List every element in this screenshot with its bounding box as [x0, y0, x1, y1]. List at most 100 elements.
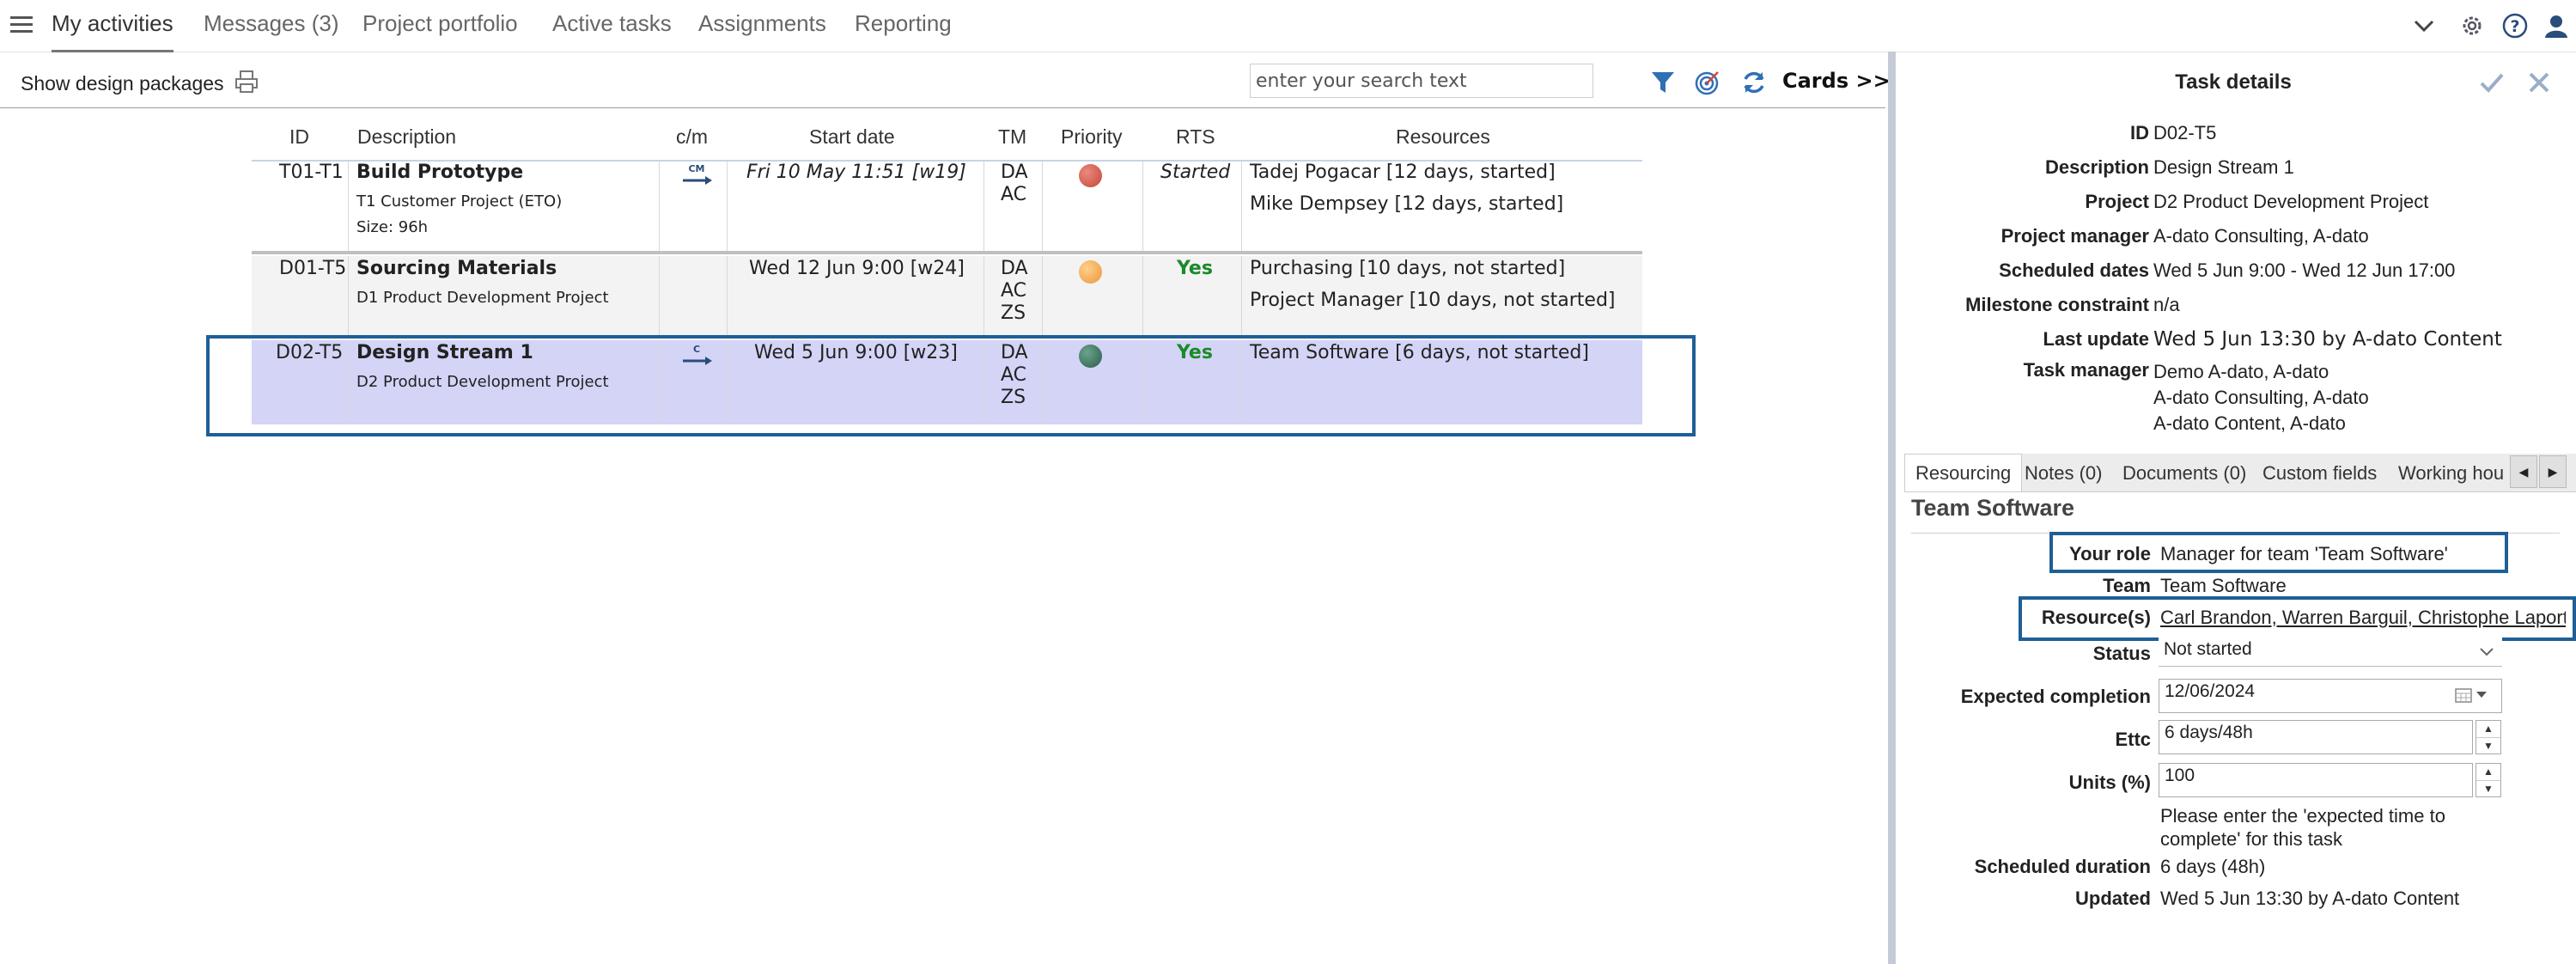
start-date: Fri 10 May 11:51 [w19] [746, 162, 966, 183]
ettc-input[interactable]: 6 days/48h [2159, 720, 2473, 754]
priority-dot [1079, 164, 1102, 187]
scheduled-duration-label: Scheduled duration [1974, 856, 2151, 877]
panel-splitter[interactable] [1888, 52, 1896, 964]
team-value: Team Software [2160, 575, 2287, 596]
tab-working-hours[interactable]: Working hou [2398, 462, 2505, 485]
col-header-tm[interactable]: TM [998, 125, 1026, 149]
task-project: D1 Product Development Project [356, 289, 609, 307]
arrow-right-icon[interactable] [683, 175, 712, 186]
tab-active-tasks[interactable]: Active tasks [552, 10, 672, 37]
scheduled-dates-label: Scheduled dates [1999, 259, 2149, 281]
priority-dot [1079, 260, 1102, 284]
resource-item: Tadej Pogacar [12 days, started] [1250, 162, 1556, 183]
task-details-title: Task details [2175, 70, 2292, 94]
tab-notes[interactable]: Notes (0) [2025, 462, 2102, 485]
cm-label: CM [688, 163, 705, 174]
resources-label: Resource(s) [2041, 607, 2151, 628]
task-id: D01-T5 [279, 258, 347, 279]
toolbar-divider [0, 107, 1885, 108]
status-label: Status [2092, 643, 2151, 664]
description-label: Description [2044, 156, 2149, 178]
tab-documents[interactable]: Documents (0) [2122, 462, 2246, 485]
scheduled-dates-value: Wed 5 Jun 9:00 - Wed 12 Jun 17:00 [2153, 259, 2456, 281]
check-icon[interactable] [2479, 70, 2505, 95]
units-stepper[interactable]: ▲ ▼ [2476, 763, 2501, 797]
last-update-label: Last update [2043, 328, 2149, 350]
col-header-rts[interactable]: RTS [1176, 125, 1215, 149]
project-value: D2 Product Development Project [2153, 191, 2429, 212]
task-manager-label: Task manager [2023, 359, 2149, 381]
tab-scroll-left-icon[interactable]: ◀ [2510, 455, 2537, 488]
col-header-start-date[interactable]: Start date [809, 125, 895, 149]
milestone-label: Milestone constraint [1965, 294, 2149, 315]
updated-value: Wed 5 Jun 13:30 by A-dato Content [2160, 888, 2460, 909]
expected-completion-label: Expected completion [1960, 686, 2151, 707]
scheduled-duration-value: 6 days (48h) [2160, 856, 2266, 877]
col-header-resources[interactable]: Resources [1396, 125, 1490, 149]
ettc-hint: Please enter the 'expected time to comple… [2160, 805, 2445, 850]
show-design-packages-link[interactable]: Show design packages [21, 72, 224, 95]
role-value: Manager for team 'Team Software' [2160, 543, 2448, 564]
ettc-stepper[interactable]: ▲ ▼ [2476, 720, 2501, 754]
calendar-icon[interactable] [2454, 686, 2473, 704]
user-icon[interactable] [2543, 12, 2570, 40]
tab-scroll-right-icon[interactable]: ▶ [2539, 455, 2567, 488]
team-label: Team [2103, 575, 2151, 596]
resource-item: Purchasing [10 days, not started] [1250, 258, 1566, 279]
col-header-id[interactable]: ID [289, 125, 309, 149]
updated-label: Updated [2075, 888, 2151, 909]
table-row[interactable]: D01-T5 Sourcing Materials D1 Product Dev… [252, 256, 1642, 339]
project-label: Project [2085, 191, 2149, 212]
project-manager-value: A-dato Consulting, A-dato [2153, 225, 2369, 247]
cards-button[interactable]: Cards >> [1782, 69, 1891, 93]
tab-reporting[interactable]: Reporting [855, 10, 952, 37]
rts-status: Started [1160, 162, 1231, 183]
task-title[interactable]: Sourcing Materials [356, 258, 557, 279]
chevron-down-icon[interactable] [2410, 12, 2438, 40]
task-title[interactable]: Build Prototype [356, 162, 523, 183]
task-size: Size: 96h [356, 218, 429, 236]
resourcing-heading: Team Software [1911, 495, 2075, 521]
status-select[interactable]: Not started [2159, 638, 2502, 667]
tab-project-portfolio[interactable]: Project portfolio [362, 10, 518, 37]
role-label: Your role [2069, 543, 2151, 564]
id-label: ID [2130, 122, 2149, 143]
units-label: Units (%) [2068, 772, 2151, 793]
tab-custom-fields[interactable]: Custom fields [2262, 462, 2377, 485]
tab-my-activities[interactable]: My activities [52, 10, 174, 52]
col-header-cm[interactable]: c/m [676, 125, 708, 149]
filter-icon[interactable] [1649, 69, 1677, 96]
target-icon[interactable] [1694, 69, 1721, 96]
col-header-description[interactable]: Description [357, 125, 456, 149]
close-icon[interactable] [2527, 70, 2551, 95]
svg-text:?: ? [2510, 17, 2519, 36]
table-row[interactable]: T01-T1 Build Prototype T1 Customer Proje… [252, 162, 1642, 254]
tm-list: DA AC ZS [1001, 258, 1028, 324]
id-value: D02-T5 [2153, 122, 2217, 143]
menu-icon[interactable] [10, 15, 34, 35]
ettc-label: Ettc [2115, 729, 2151, 750]
chevron-down-icon[interactable] [2479, 646, 2494, 658]
task-manager-value: Demo A-dato, A-dato A-dato Consulting, A-… [2153, 361, 2369, 434]
tab-messages[interactable]: Messages (3) [204, 10, 339, 37]
tm-list: DA AC [1001, 162, 1028, 205]
resources-value[interactable]: Carl Brandon, Warren Barguil, Christophe… [2160, 607, 2566, 629]
units-input[interactable]: 100 [2159, 763, 2473, 797]
selected-row-highlight [206, 335, 1696, 436]
resource-item: Mike Dempsey [12 days, started] [1250, 193, 1564, 215]
expected-completion-input[interactable]: 12/06/2024 [2159, 679, 2502, 713]
print-icon[interactable] [234, 69, 259, 95]
resource-item: Project Manager [10 days, not started] [1250, 290, 1616, 311]
chevron-down-icon[interactable] [2476, 691, 2488, 699]
description-value: Design Stream 1 [2153, 156, 2294, 178]
last-update-value: Wed 5 Jun 13:30 by A-dato Content [2153, 328, 2502, 351]
col-header-priority[interactable]: Priority [1061, 125, 1123, 149]
gear-icon[interactable] [2458, 12, 2486, 40]
tab-resourcing[interactable]: Resourcing [1904, 454, 2023, 491]
help-icon[interactable]: ? [2501, 12, 2529, 40]
task-project: T1 Customer Project (ETO) [356, 192, 563, 210]
start-date: Wed 12 Jun 9:00 [w24] [749, 258, 965, 279]
refresh-icon[interactable] [1740, 69, 1768, 96]
tab-assignments[interactable]: Assignments [698, 10, 826, 37]
search-input[interactable] [1250, 64, 1593, 98]
